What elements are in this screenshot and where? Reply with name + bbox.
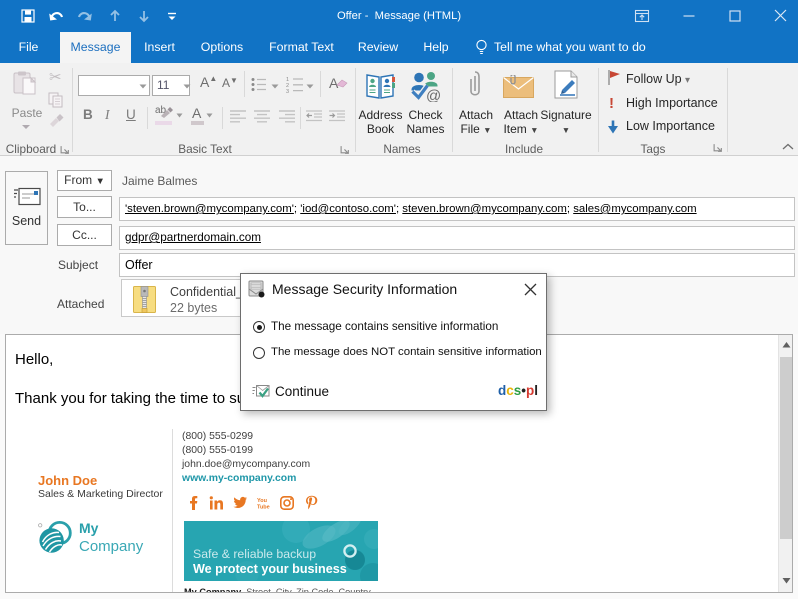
svg-text:@: @ [426, 88, 440, 103]
svg-text:3: 3 [286, 89, 289, 93]
svg-text:You: You [257, 498, 267, 504]
svg-text:Tube: Tube [257, 505, 270, 511]
